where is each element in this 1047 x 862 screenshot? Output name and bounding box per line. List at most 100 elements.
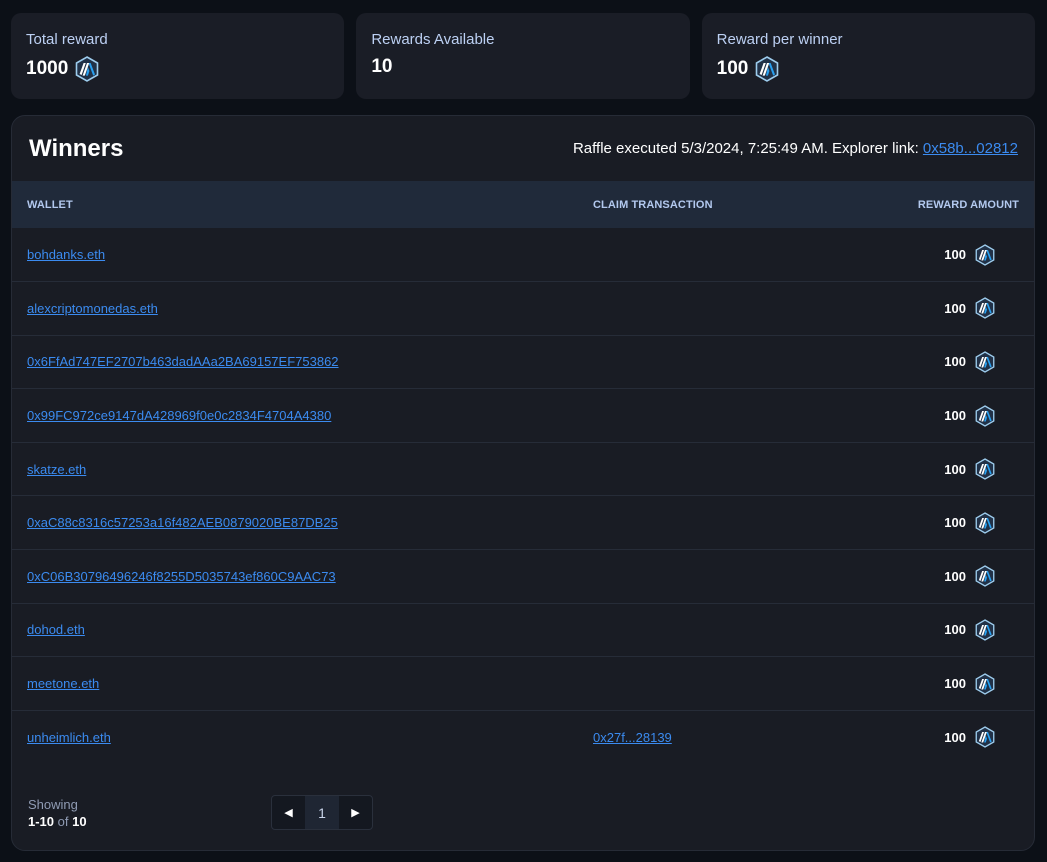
wallet-cell: dohod.eth: [12, 603, 593, 657]
stats-row: Total reward 1000 Rewards Available 10 R…: [11, 13, 1035, 99]
wallet-cell: bohdanks.eth: [12, 228, 593, 282]
table-row: bohdanks.eth 100: [12, 228, 1034, 282]
reward-amount: 100: [944, 351, 995, 373]
reward-value: 100: [944, 354, 966, 370]
wallet-link[interactable]: unheimlich.eth: [27, 730, 111, 745]
winners-table: WALLET CLAIM TRANSACTION REWARD AMOUNT b…: [12, 181, 1034, 764]
reward-amount: 100: [944, 512, 995, 534]
reward-value: 100: [944, 408, 966, 424]
wallet-cell: 0xaC88c8316c57253a16f482AEB0879020BE87DB…: [12, 496, 593, 550]
showing-label: Showing: [28, 797, 78, 812]
reward-value: 100: [944, 568, 966, 584]
reward-amount: 100: [944, 673, 995, 695]
wallet-link[interactable]: alexcriptomonedas.eth: [27, 301, 158, 316]
reward-value: 100: [944, 300, 966, 316]
column-header-reward-amount: REWARD AMOUNT: [917, 198, 1019, 211]
claim-transaction-cell: [593, 442, 873, 496]
arbitrum-icon: [975, 297, 995, 319]
table-row: 0x99FC972ce9147dA428969f0e0c2834F4704A43…: [12, 389, 1034, 443]
wallet-link[interactable]: dohod.eth: [27, 622, 85, 637]
claim-transaction-link[interactable]: 0x27f...28139: [593, 730, 672, 745]
reward-amount: 100: [944, 297, 995, 319]
claim-transaction-cell: [593, 496, 873, 550]
showing-range: 1-10 of 10: [28, 813, 1018, 830]
winners-header: Winners Raffle executed 5/3/2024, 7:25:4…: [12, 116, 1034, 181]
explorer-link[interactable]: 0x58b...02812: [923, 140, 1018, 157]
arbitrum-icon: [975, 244, 995, 266]
wallet-link[interactable]: 0xC06B30796496246f8255D5035743ef860C9AAC…: [27, 569, 336, 584]
showing-total: 10: [72, 814, 87, 829]
prev-page-button[interactable]: ◀: [272, 796, 305, 829]
table-row: meetone.eth 100: [12, 657, 1034, 711]
showing-of-label: of: [57, 814, 69, 829]
claim-transaction-cell: [593, 657, 873, 711]
reward-amount-cell: 100: [873, 550, 1034, 604]
stat-label: Reward per winner: [716, 31, 843, 48]
reward-amount: 100: [944, 726, 995, 748]
caret-left-icon: ◀: [284, 807, 293, 819]
arbitrum-icon: [975, 726, 995, 748]
stat-label: Rewards Available: [371, 31, 495, 48]
next-page-button[interactable]: ▶: [339, 796, 372, 829]
reward-amount-cell: 100: [873, 228, 1034, 282]
wallet-cell: alexcriptomonedas.eth: [12, 282, 593, 336]
winners-title: Winners: [29, 134, 124, 162]
reward-amount: 100: [944, 405, 995, 427]
wallet-cell: 0x99FC972ce9147dA428969f0e0c2834F4704A43…: [12, 389, 593, 443]
reward-value: 100: [944, 622, 966, 638]
wallet-cell: 0xC06B30796496246f8255D5035743ef860C9AAC…: [12, 550, 593, 604]
page-button-current[interactable]: 1: [305, 796, 339, 829]
table-body: bohdanks.eth 100 alexcriptomonedas.eth 100 0…: [12, 228, 1034, 764]
wallet-link[interactable]: 0xaC88c8316c57253a16f482AEB0879020BE87DB…: [27, 515, 338, 530]
wallet-cell: 0x6FfAd747EF2707b463dadAAa2BA69157EF7538…: [12, 335, 593, 389]
pagination: ◀ 1 ▶: [271, 795, 373, 830]
arbitrum-icon: [975, 405, 995, 427]
table-row: unheimlich.eth 0x27f...28139 100: [12, 710, 1034, 764]
reward-amount-cell: 100: [873, 603, 1034, 657]
stat-value: 1000: [26, 58, 69, 79]
reward-amount-cell: 100: [873, 710, 1034, 764]
stat-value-row: 100: [717, 56, 1020, 82]
table-footer: Showing 1-10 of 10 ◀ 1 ▶: [28, 795, 1018, 836]
claim-transaction-cell: [593, 389, 873, 443]
stat-card-total-reward: Total reward 1000: [11, 13, 345, 99]
stat-value-row: 1000: [26, 56, 329, 82]
claim-transaction-cell: [593, 228, 873, 282]
arbitrum-icon: [975, 351, 995, 373]
table-row: skatze.eth 100: [12, 442, 1034, 496]
column-header-claim-transaction: CLAIM TRANSACTION: [593, 198, 713, 211]
arbitrum-icon: [755, 56, 779, 82]
table-header: WALLET CLAIM TRANSACTION REWARD AMOUNT: [12, 181, 1034, 228]
wallet-link[interactable]: bohdanks.eth: [27, 247, 105, 262]
wallet-link[interactable]: meetone.eth: [27, 676, 99, 691]
wallet-link[interactable]: 0x99FC972ce9147dA428969f0e0c2834F4704A43…: [27, 408, 331, 423]
wallet-cell: unheimlich.eth: [12, 710, 593, 764]
table-row: 0x6FfAd747EF2707b463dadAAa2BA69157EF7538…: [12, 335, 1034, 389]
table-row: dohod.eth 100: [12, 603, 1034, 657]
claim-transaction-cell: [593, 282, 873, 336]
wallet-link[interactable]: 0x6FfAd747EF2707b463dadAAa2BA69157EF7538…: [27, 354, 339, 369]
arbitrum-icon: [975, 565, 995, 587]
showing-range-value: 1-10: [28, 814, 55, 829]
stat-value: 100: [716, 58, 749, 79]
reward-value: 100: [944, 676, 966, 692]
table-row: 0xaC88c8316c57253a16f482AEB0879020BE87DB…: [12, 496, 1034, 550]
wallet-link[interactable]: skatze.eth: [27, 462, 86, 477]
table-row: 0xC06B30796496246f8255D5035743ef860C9AAC…: [12, 550, 1034, 604]
reward-amount-cell: 100: [873, 335, 1034, 389]
reward-value: 100: [944, 461, 966, 477]
stat-label: Total reward: [26, 31, 108, 48]
arbitrum-icon: [975, 458, 995, 480]
stat-card-rewards-available: Rewards Available 10: [356, 13, 690, 99]
wallet-cell: skatze.eth: [12, 442, 593, 496]
claim-transaction-cell: [593, 550, 873, 604]
reward-amount: 100: [944, 565, 995, 587]
reward-amount-cell: 100: [873, 442, 1034, 496]
reward-value: 100: [944, 515, 966, 531]
reward-value: 100: [944, 729, 966, 745]
stat-value: 10: [371, 56, 393, 77]
arbitrum-icon: [975, 512, 995, 534]
reward-amount: 100: [944, 458, 995, 480]
claim-transaction-cell: 0x27f...28139: [593, 710, 873, 764]
wallet-cell: meetone.eth: [12, 657, 593, 711]
